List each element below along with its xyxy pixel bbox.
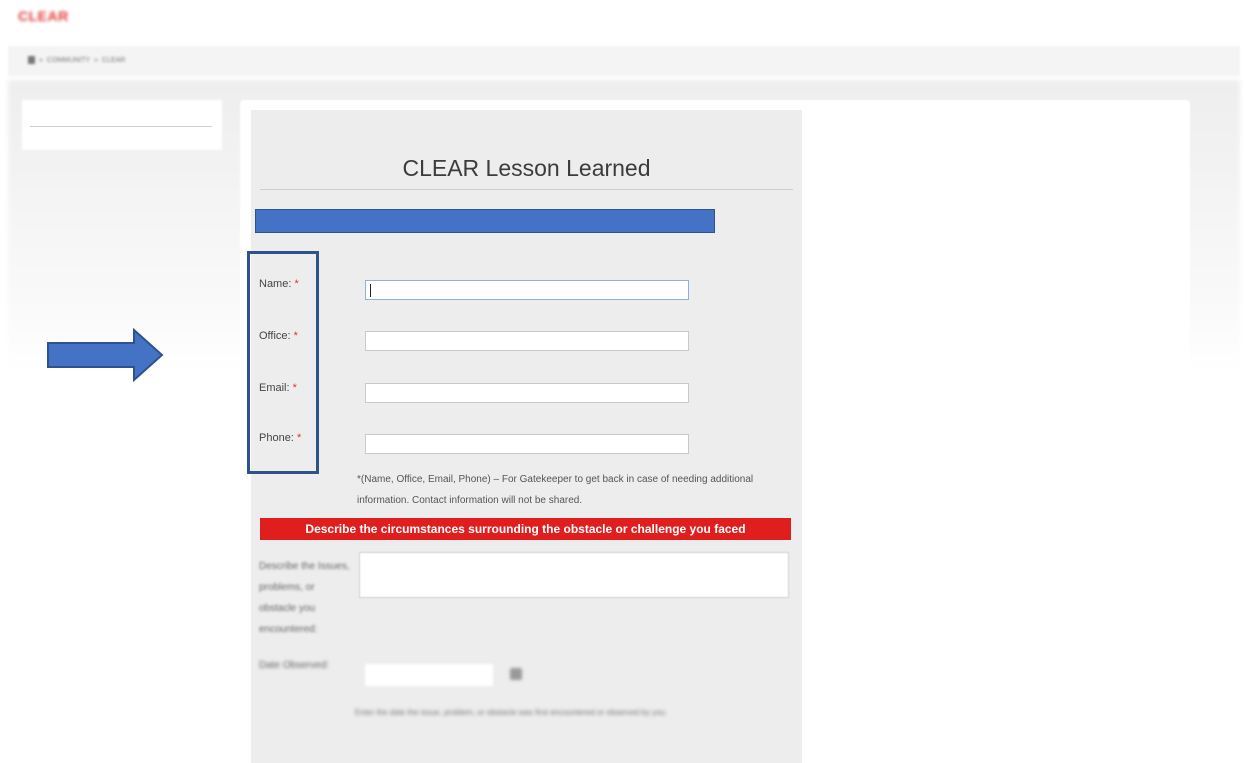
name-input[interactable] bbox=[365, 280, 689, 300]
breadcrumb-item-clear[interactable]: CLEAR bbox=[102, 57, 125, 64]
home-icon[interactable] bbox=[28, 56, 35, 64]
clear-logo[interactable]: CLEAR bbox=[18, 8, 69, 24]
breadcrumb-separator-icon: » bbox=[39, 56, 43, 64]
describe-issue-textarea[interactable] bbox=[359, 552, 789, 598]
email-input[interactable] bbox=[365, 383, 689, 403]
title-divider bbox=[260, 189, 793, 190]
phone-input[interactable] bbox=[365, 434, 689, 454]
pointer-arrow-annotation bbox=[47, 327, 164, 383]
breadcrumb: » COMMUNITY » CLEAR bbox=[28, 56, 125, 64]
calendar-icon[interactable] bbox=[510, 668, 522, 680]
date-observed-input[interactable] bbox=[365, 664, 493, 686]
breadcrumb-bar bbox=[8, 46, 1240, 76]
labels-highlight-annotation bbox=[247, 251, 319, 474]
date-help-text: Enter the date the issue, problem, or ob… bbox=[355, 708, 668, 717]
breadcrumb-item-community[interactable]: COMMUNITY bbox=[47, 57, 90, 64]
contact-info-note: *(Name, Office, Email, Phone) – For Gate… bbox=[357, 474, 754, 506]
office-input[interactable] bbox=[365, 331, 689, 351]
form-title: CLEAR Lesson Learned bbox=[402, 155, 651, 181]
sidebar-divider bbox=[30, 126, 212, 127]
circumstances-section-header: Describe the circumstances surrounding t… bbox=[260, 518, 791, 540]
sidebar-panel bbox=[22, 100, 222, 150]
redaction-bar-annotation bbox=[255, 209, 715, 233]
describe-issue-label: Describe the Issues, problems, or obstac… bbox=[259, 561, 350, 635]
text-cursor bbox=[370, 284, 371, 297]
date-observed-label: Date Observed: bbox=[259, 660, 330, 671]
breadcrumb-separator-icon: » bbox=[94, 56, 98, 64]
